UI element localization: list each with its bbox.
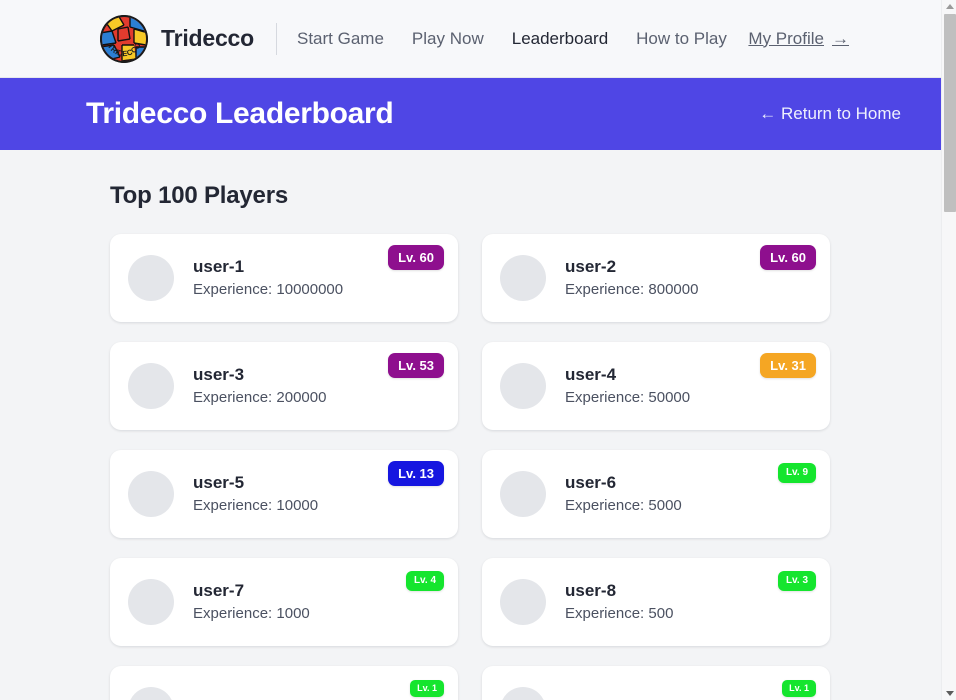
player-experience: Experience: 50000 (565, 388, 691, 406)
nav-link-play-now[interactable]: Play Now (412, 29, 484, 49)
level-badge: Lv. 3 (777, 571, 816, 591)
player-info: user-5 Experience: 10000 (193, 472, 319, 514)
player-experience: Experience: 500 (565, 604, 674, 622)
player-info: user-6 Experience: 5000 (565, 472, 682, 514)
player-name: user-1 (193, 256, 245, 276)
avatar (128, 579, 174, 625)
my-profile-link[interactable]: My Profile → (748, 29, 849, 49)
avatar (128, 363, 174, 409)
nav-link-start-game[interactable]: Start Game (297, 29, 384, 49)
level-badge: Lv. 60 (388, 245, 444, 270)
player-experience: Experience: 10000 (193, 496, 319, 514)
player-experience: Experience: 10000000 (193, 280, 344, 298)
nav-links: Start Game Play Now Leaderboard How to P… (297, 29, 727, 49)
nav-link-how-to-play[interactable]: How to Play (636, 29, 727, 49)
browser-viewport: TRIDECCO Tridecco Start Game Play Now Le… (0, 0, 956, 700)
nav-divider (276, 22, 277, 55)
page-scrollbar[interactable] (941, 0, 956, 700)
player-info: user-8 Experience: 500 (565, 580, 674, 622)
player-card[interactable]: user-9Lv. 1 (110, 666, 458, 700)
player-experience: Experience: 800000 (565, 280, 699, 298)
main-content: Top 100 Players user-1 Experience: 100000… (0, 150, 941, 700)
avatar (500, 255, 546, 301)
player-name: user-7 (193, 580, 245, 600)
level-badge: Lv. 31 (760, 353, 816, 378)
brand[interactable]: TRIDECCO Tridecco (100, 14, 254, 63)
nav-link-leaderboard[interactable]: Leaderboard (512, 29, 608, 49)
level-badge: Lv. 1 (782, 680, 816, 697)
avatar (128, 687, 174, 700)
navbar-right: My Profile → (748, 29, 919, 49)
player-info: user-1 Experience: 10000000 (193, 256, 344, 298)
player-name: user-2 (565, 256, 617, 276)
player-card[interactable]: user-1 Experience: 10000000 Lv. 60 (110, 234, 458, 322)
player-name: user-3 (193, 364, 245, 384)
avatar (500, 687, 546, 700)
player-name: user-8 (565, 580, 617, 600)
scroll-down-arrow-icon[interactable] (942, 687, 956, 700)
scrollbar-thumb[interactable] (944, 14, 956, 212)
avatar (128, 255, 174, 301)
player-name: user-5 (193, 472, 245, 492)
level-badge: Lv. 53 (388, 353, 444, 378)
tridecco-logo-icon: TRIDECCO (100, 14, 148, 63)
player-card[interactable]: user-5 Experience: 10000 Lv. 13 (110, 450, 458, 538)
level-badge: Lv. 60 (760, 245, 816, 270)
player-card[interactable]: user-3 Experience: 200000 Lv. 53 (110, 342, 458, 430)
player-name: user-6 (565, 472, 617, 492)
arrow-right-icon: → (832, 29, 849, 48)
player-experience: Experience: 1000 (193, 604, 310, 622)
page-banner: Tridecco Leaderboard ← Return to Home (0, 78, 941, 150)
player-experience: Experience: 200000 (193, 388, 327, 406)
navbar: TRIDECCO Tridecco Start Game Play Now Le… (0, 0, 941, 78)
player-card[interactable]: user-6 Experience: 5000 Lv. 9 (482, 450, 830, 538)
player-info: user-2 Experience: 800000 (565, 256, 699, 298)
player-card[interactable]: user-8 Experience: 500 Lv. 3 (482, 558, 830, 646)
level-badge: Lv. 13 (388, 461, 444, 486)
level-badge: Lv. 4 (405, 571, 444, 591)
page-content: TRIDECCO Tridecco Start Game Play Now Le… (0, 0, 941, 700)
avatar (128, 471, 174, 517)
my-profile-label: My Profile (748, 28, 824, 48)
banner-right: ← Return to Home (759, 104, 919, 124)
player-card[interactable]: user-4 Experience: 50000 Lv. 31 (482, 342, 830, 430)
player-info: user-4 Experience: 50000 (565, 364, 691, 406)
brand-name: Tridecco (161, 25, 254, 51)
player-card[interactable]: user-10Lv. 1 (482, 666, 830, 700)
player-card[interactable]: user-2 Experience: 800000 Lv. 60 (482, 234, 830, 322)
avatar (500, 363, 546, 409)
leaderboard-grid: user-1 Experience: 10000000 Lv. 60 user-2 Ex… (110, 234, 941, 700)
player-info: user-3 Experience: 200000 (193, 364, 327, 406)
player-experience: Experience: 5000 (565, 496, 682, 514)
player-name: user-4 (565, 364, 617, 384)
avatar (500, 471, 546, 517)
section-title: Top 100 Players (110, 182, 288, 209)
avatar (500, 579, 546, 625)
level-badge: Lv. 9 (777, 463, 816, 483)
level-badge: Lv. 1 (410, 680, 444, 697)
scroll-up-arrow-icon[interactable] (942, 0, 956, 13)
player-info: user-7 Experience: 1000 (193, 580, 310, 622)
return-to-home-link[interactable]: ← Return to Home (759, 104, 901, 123)
page-title: Tridecco Leaderboard (86, 97, 394, 130)
player-card[interactable]: user-7 Experience: 1000 Lv. 4 (110, 558, 458, 646)
